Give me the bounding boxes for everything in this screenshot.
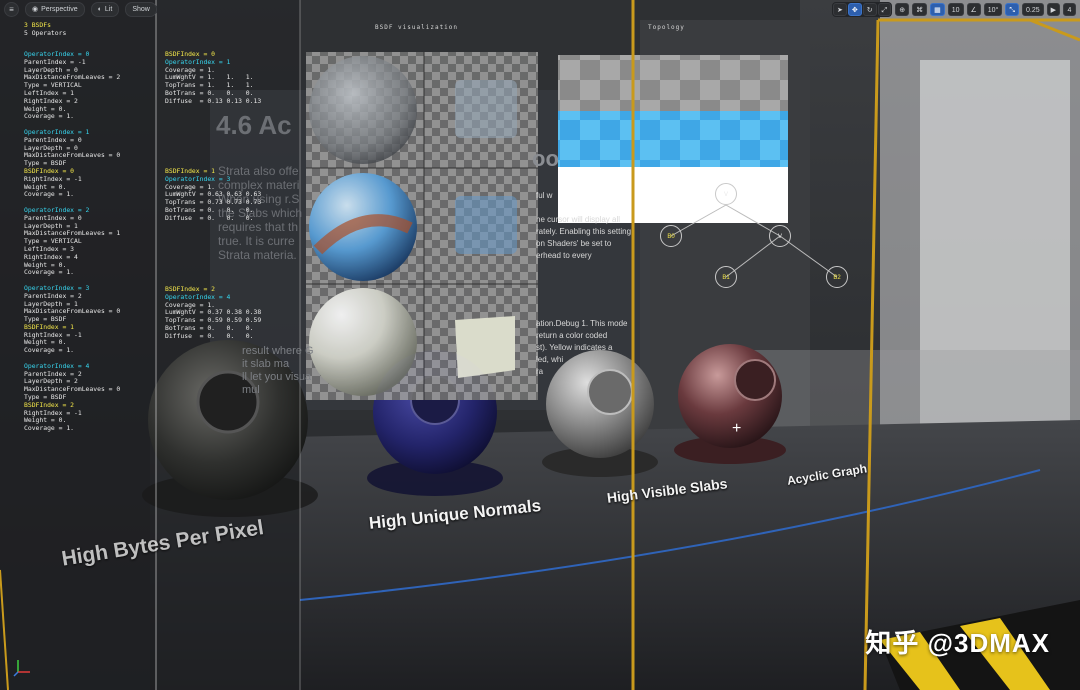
text-line: mul: [242, 384, 260, 396]
text-line: it slab ma: [242, 358, 290, 370]
show-button[interactable]: Show: [125, 2, 157, 17]
text-line: ra: [536, 367, 544, 376]
show-label: Show: [132, 6, 150, 13]
text-line: ful w: [536, 191, 553, 200]
topology-node: V: [715, 183, 737, 205]
debug-operator-list: OperatorIndex = 0 ParentIndex = -1 LayerDe…: [24, 50, 120, 433]
bsdf-visualization-panel: [306, 52, 538, 400]
text-line: result where G: [242, 345, 314, 357]
text-line: st). Yellow indicates a: [536, 343, 613, 352]
debug-line: Coverage = 1.: [24, 112, 75, 121]
perspective-label: Perspective: [41, 6, 78, 13]
bsdf-panel-title: BSDF visualization: [375, 24, 459, 31]
select-icon[interactable]: ➤: [832, 3, 847, 16]
text-line: [536, 202, 631, 214]
debug-line: Diffuse = 0.13 0.13 0.13: [165, 96, 262, 105]
viewport-toolbar-left: ≡ ◉ Perspective ◐ Lit Show: [4, 2, 157, 17]
text-line: ation.Debug 1. This mode: [536, 319, 628, 328]
hamburger-icon[interactable]: ≡: [4, 2, 19, 17]
perspective-icon: ◉: [32, 6, 39, 13]
lit-icon: ◐: [97, 6, 102, 13]
crosshair-icon: +: [732, 420, 742, 437]
debug-line: Coverage = 1.: [24, 190, 75, 199]
topology-node: B2: [826, 266, 848, 288]
debug-bsdf-block: BSDFIndex = 1 OperatorIndex = 3 Coverage =…: [165, 167, 261, 223]
text-line: on Shaders' be set to: [536, 239, 612, 248]
translate-icon[interactable]: ✥: [847, 3, 862, 16]
rotate-icon[interactable]: ↻: [862, 3, 877, 16]
topology-node: V: [769, 225, 791, 247]
text-line: ll let you visua: [242, 371, 312, 383]
lit-button[interactable]: ◐ Lit: [90, 2, 120, 17]
debug-bsdf-block: BSDFIndex = 0 OperatorIndex = 1 Coverage =…: [165, 50, 262, 106]
debug-line: Coverage = 1.: [24, 268, 75, 277]
debug-bsdf-block: BSDFIndex = 2 OperatorIndex = 4 Coverage =…: [165, 285, 261, 341]
world-space-icon[interactable]: ⊕: [895, 3, 910, 16]
rotation-snap-value[interactable]: 10°: [983, 3, 1003, 16]
watermark: 知乎 @3DMAX: [865, 628, 1050, 658]
material-ball-copper: [674, 344, 786, 464]
debug-line: Diffuse = 0. 0. 0.: [165, 331, 254, 340]
debug-line: Coverage = 1.: [24, 346, 75, 355]
surface-snap-icon[interactable]: ⌘: [912, 3, 928, 16]
debug-line: Coverage = 1.: [24, 424, 75, 433]
perspective-button[interactable]: ◉ Perspective: [25, 2, 85, 17]
topology-panel-title: Topology: [648, 24, 685, 31]
debug-line: Diffuse = 0. 0. 0.: [165, 213, 254, 222]
text-line: true. It is curre: [218, 234, 295, 248]
camera-speed-value[interactable]: 4: [1063, 3, 1076, 16]
slide-paragraph2-left: result where Git slab ma ll let you visua…: [242, 345, 314, 397]
lit-label: Lit: [104, 6, 113, 13]
transform-tools: ➤ ✥ ↻ ⤢: [831, 2, 893, 17]
text-line: rately. Enabling this setting: [536, 227, 632, 236]
scale-snap-value[interactable]: 0.25: [1021, 3, 1044, 16]
scale-icon[interactable]: ⤢: [877, 3, 892, 16]
text-line: led, whi: [536, 355, 564, 364]
axis-gizmo-icon: [13, 660, 30, 677]
scale-snap-icon[interactable]: ⤡: [1005, 3, 1019, 16]
text-line: return a color coded: [536, 331, 608, 340]
debug-summary: 3 BSDFs 5 Operators: [24, 21, 67, 38]
viewport-toolbar-right: ➤ ✥ ↻ ⤢ ⊕ ⌘ ▦ 10 ∠ 10° ⤡ 0.25 ▶ 4: [831, 2, 1076, 17]
rotation-snap-icon[interactable]: ∠: [966, 3, 981, 16]
topology-node: B0: [660, 225, 682, 247]
slide-heading-right: oo: [532, 146, 559, 171]
camera-speed-icon[interactable]: ▶: [1046, 3, 1060, 16]
grid-snap-icon[interactable]: ▦: [930, 3, 945, 16]
text-line: erhead to every: [536, 251, 592, 260]
text-line: Strata materia.: [218, 248, 297, 262]
slide-heading: 4.6 Ac: [216, 110, 292, 140]
debug-line: 5 Operators: [24, 28, 67, 37]
topology-node: B1: [715, 266, 737, 288]
slide-paragraph-right: ful w he cursor will display all rately. …: [536, 190, 631, 262]
text-line: he cursor will display all: [536, 215, 621, 224]
slide-paragraph2-right: ation.Debug 1. This mode return a color c…: [536, 318, 627, 378]
grid-snap-value[interactable]: 10: [947, 3, 964, 16]
